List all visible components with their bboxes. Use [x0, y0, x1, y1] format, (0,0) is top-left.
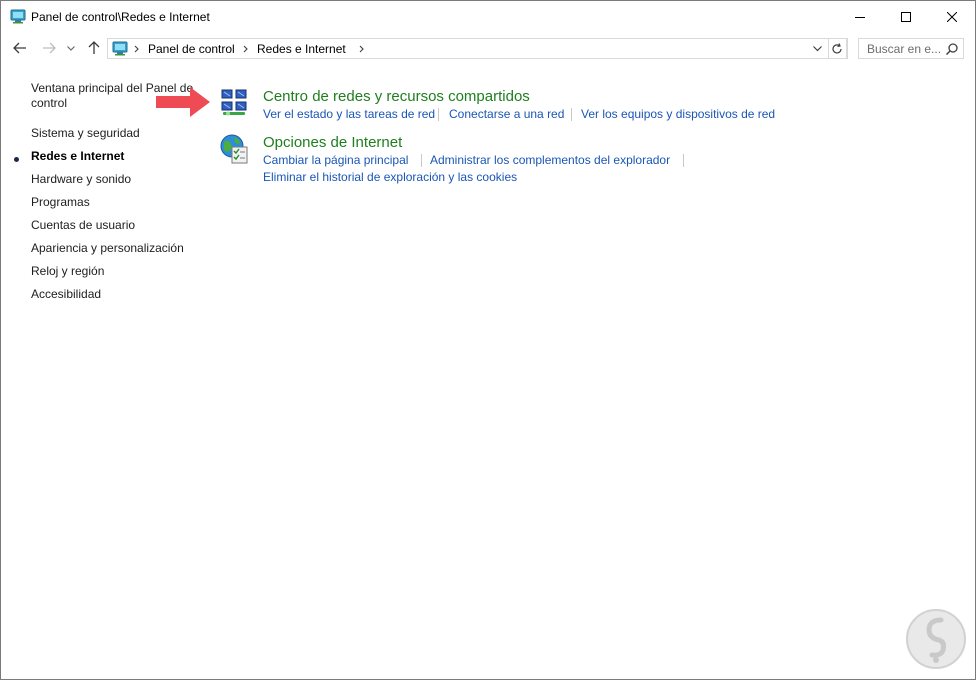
refresh-icon — [831, 42, 842, 53]
sidebar-item-hardware-y-sonido[interactable]: Hardware y sonido — [31, 172, 131, 187]
link-conectarse-red[interactable]: Conectarse a una red — [449, 107, 564, 121]
sidebar-item-apariencia[interactable]: Apariencia y personalización — [31, 241, 184, 256]
link-cambiar-pagina-principal[interactable]: Cambiar la página principal — [263, 153, 408, 167]
chevron-right-icon — [243, 45, 248, 53]
link-eliminar-historial[interactable]: Eliminar el historial de exploración y l… — [263, 170, 517, 184]
back-arrow-icon — [13, 42, 26, 54]
link-separator — [421, 154, 422, 167]
sidebar-item-programas[interactable]: Programas — [31, 195, 90, 210]
sidebar-item-accesibilidad[interactable]: Accesibilidad — [31, 287, 101, 302]
breadcrumb-redes-e-internet[interactable]: Redes e Internet — [257, 42, 346, 56]
watermark-logo — [906, 609, 966, 669]
recent-locations-button[interactable] — [64, 38, 78, 58]
link-separator — [571, 108, 572, 121]
minimize-button[interactable] — [837, 1, 883, 32]
back-button[interactable] — [10, 38, 30, 58]
control-panel-window: Panel de control\Redes e Internet Panel … — [0, 0, 976, 680]
annotation-arrow-icon — [156, 87, 210, 117]
chevron-right-icon — [359, 45, 364, 53]
window-title: Panel de control\Redes e Internet — [31, 10, 210, 24]
sidebar-item-ventana-principal-line2[interactable]: control — [31, 96, 67, 111]
link-ver-equipos-red[interactable]: Ver los equipos y dispositivos de red — [581, 107, 775, 121]
search-placeholder: Buscar en e... — [867, 42, 942, 56]
chevron-right-icon — [134, 45, 139, 53]
title-bar[interactable]: Panel de control\Redes e Internet — [1, 1, 975, 32]
forward-button[interactable] — [39, 38, 59, 58]
forward-arrow-icon — [43, 42, 56, 54]
chevron-down-icon — [812, 46, 822, 52]
close-icon — [947, 11, 957, 22]
minimize-icon — [855, 16, 865, 18]
sidebar-item-cuentas-de-usuario[interactable]: Cuentas de usuario — [31, 218, 135, 233]
search-box[interactable]: Buscar en e... — [858, 38, 964, 59]
navigation-bar: Panel de control Redes e Internet Buscar… — [1, 32, 975, 64]
link-ver-estado-red[interactable]: Ver el estado y las tareas de red — [263, 107, 435, 121]
up-button[interactable] — [84, 38, 104, 58]
active-item-bullet — [14, 157, 19, 162]
close-button[interactable] — [929, 1, 975, 32]
refresh-button[interactable] — [827, 38, 847, 59]
control-panel-icon — [112, 41, 128, 56]
chevron-down-icon — [67, 45, 75, 51]
internet-options-icon[interactable] — [219, 133, 251, 165]
link-administrar-complementos[interactable]: Administrar los complementos del explora… — [430, 153, 670, 167]
search-icon[interactable] — [945, 42, 959, 56]
sidebar-item-sistema-y-seguridad[interactable]: Sistema y seguridad — [31, 126, 140, 141]
maximize-button[interactable] — [883, 1, 929, 32]
link-separator — [683, 154, 684, 167]
network-center-icon[interactable] — [219, 87, 251, 119]
control-panel-icon — [10, 9, 26, 24]
address-bar[interactable]: Panel de control Redes e Internet — [107, 38, 848, 59]
category-title-internet-options[interactable]: Opciones de Internet — [263, 134, 402, 151]
link-separator — [438, 108, 439, 121]
maximize-icon — [901, 11, 911, 22]
category-title-network-center[interactable]: Centro de redes y recursos compartidos — [263, 88, 530, 105]
sidebar-item-reloj-y-region[interactable]: Reloj y región — [31, 264, 104, 279]
breadcrumb-panel-de-control[interactable]: Panel de control — [148, 42, 235, 56]
address-dropdown-button[interactable] — [807, 39, 827, 59]
sidebar-item-redes-e-internet[interactable]: Redes e Internet — [31, 149, 124, 164]
up-arrow-icon — [88, 41, 100, 54]
